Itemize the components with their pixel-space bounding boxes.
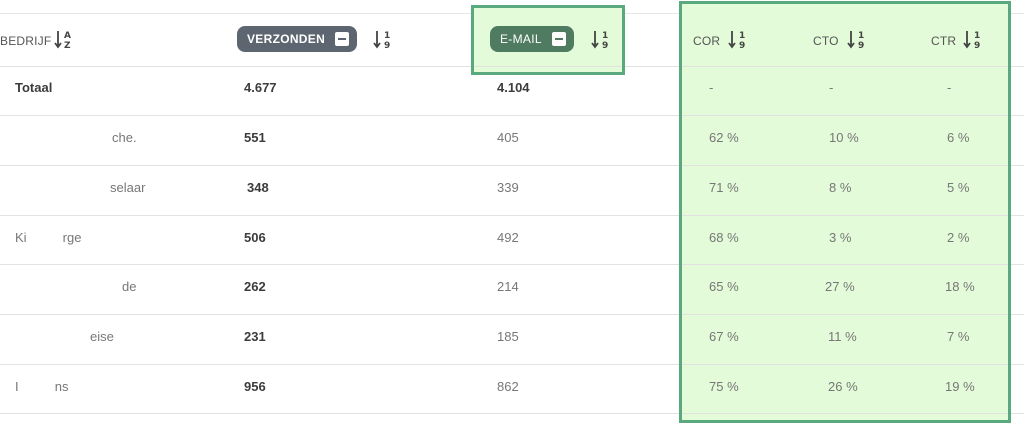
verzonden-value: 956 bbox=[244, 379, 266, 394]
cto-value: 26 % bbox=[828, 379, 858, 394]
email-value: 214 bbox=[497, 279, 519, 294]
ctr-value: 5 % bbox=[947, 180, 970, 195]
total-email: 4.104 bbox=[497, 80, 530, 95]
row-separator bbox=[0, 364, 1024, 365]
svg-text:9: 9 bbox=[384, 41, 390, 51]
company-name: de bbox=[122, 279, 137, 294]
cor-value: 75 % bbox=[709, 379, 739, 394]
sort-numeric-19-icon[interactable]: 1 9 bbox=[373, 29, 393, 51]
header-bedrijf: BEDRIJF bbox=[0, 34, 52, 48]
row-separator bbox=[0, 314, 1024, 315]
cto-value: 10 % bbox=[829, 130, 859, 145]
total-cor: - bbox=[709, 80, 714, 95]
cto-value: 11 % bbox=[828, 329, 857, 344]
cor-value: 68 % bbox=[709, 230, 739, 245]
company-name: I ns bbox=[15, 379, 69, 394]
svg-text:Z: Z bbox=[64, 41, 71, 51]
svg-text:9: 9 bbox=[974, 41, 980, 51]
ctr-value: 6 % bbox=[947, 130, 970, 145]
sort-numeric-19-icon[interactable]: 1 9 bbox=[591, 29, 611, 51]
sort-alpha-az-icon[interactable]: A Z bbox=[54, 29, 74, 51]
svg-text:9: 9 bbox=[739, 41, 745, 51]
company-name: che. bbox=[112, 130, 137, 145]
row-separator bbox=[0, 215, 1024, 216]
verzonden-value: 551 bbox=[244, 130, 266, 145]
verzonden-value: 262 bbox=[244, 279, 266, 294]
svg-text:1: 1 bbox=[602, 31, 608, 41]
ctr-value: 18 % bbox=[945, 279, 975, 294]
cto-value: 27 % bbox=[825, 279, 855, 294]
row-separator bbox=[0, 165, 1024, 166]
ctr-value: 7 % bbox=[947, 329, 970, 344]
email-value: 185 bbox=[497, 329, 519, 344]
total-label: Totaal bbox=[15, 80, 53, 95]
verzonden-value: 348 bbox=[247, 180, 269, 195]
verzonden-filter-pill[interactable]: VERZONDEN bbox=[237, 26, 358, 52]
header-cto: CTO bbox=[813, 34, 839, 48]
svg-text:1: 1 bbox=[858, 31, 864, 41]
header-ctr: CTR bbox=[931, 34, 957, 48]
verzonden-value: 231 bbox=[244, 329, 266, 344]
verzonden-pill-label: VERZONDEN bbox=[247, 32, 326, 46]
svg-text:1: 1 bbox=[384, 31, 390, 41]
company-name: Ki rge bbox=[15, 230, 82, 245]
row-separator bbox=[0, 264, 1024, 265]
cor-value: 65 % bbox=[709, 279, 739, 294]
email-pill-label: E-MAIL bbox=[500, 32, 542, 46]
ctr-value: 2 % bbox=[947, 230, 970, 245]
minus-icon[interactable] bbox=[335, 32, 350, 46]
sort-numeric-19-icon[interactable]: 1 9 bbox=[963, 29, 983, 51]
svg-text:A: A bbox=[64, 31, 71, 41]
total-ctr: - bbox=[947, 80, 952, 95]
email-value: 862 bbox=[497, 379, 519, 394]
verzonden-value: 506 bbox=[244, 230, 266, 245]
svg-text:9: 9 bbox=[858, 41, 864, 51]
metrics-columns-highlight bbox=[680, 2, 1010, 422]
minus-icon[interactable] bbox=[551, 32, 566, 46]
company-name: selaar bbox=[110, 180, 146, 195]
row-separator bbox=[0, 413, 1024, 414]
svg-text:1: 1 bbox=[974, 31, 980, 41]
sort-numeric-19-icon[interactable]: 1 9 bbox=[728, 29, 748, 51]
sort-numeric-19-icon[interactable]: 1 9 bbox=[847, 29, 867, 51]
total-cto: - bbox=[829, 80, 834, 95]
total-verzonden: 4.677 bbox=[244, 80, 277, 95]
cor-value: 62 % bbox=[709, 130, 739, 145]
email-value: 492 bbox=[497, 230, 519, 245]
email-value: 339 bbox=[497, 180, 519, 195]
cor-value: 71 % bbox=[709, 180, 739, 195]
row-separator bbox=[0, 66, 1024, 67]
email-value: 405 bbox=[497, 130, 519, 145]
ctr-value: 19 % bbox=[945, 379, 975, 394]
svg-text:1: 1 bbox=[739, 31, 745, 41]
header-cor: COR bbox=[693, 34, 721, 48]
svg-text:9: 9 bbox=[602, 41, 608, 51]
company-name: eise bbox=[90, 329, 114, 344]
cto-value: 3 % bbox=[829, 230, 852, 245]
email-filter-pill[interactable]: E-MAIL bbox=[490, 26, 574, 52]
cor-value: 67 % bbox=[709, 329, 739, 344]
cto-value: 8 % bbox=[829, 180, 852, 195]
row-separator bbox=[0, 115, 1024, 116]
